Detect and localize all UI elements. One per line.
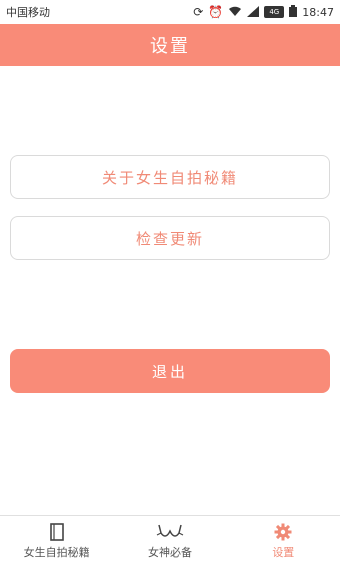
signal-icon [247,5,260,19]
check-update-button[interactable]: 检查更新 [10,216,330,260]
notebook-icon [49,523,65,541]
clock-time: 18:47 [302,5,334,19]
logout-button[interactable]: 退出 [10,349,330,393]
gear-icon [274,523,292,541]
page-title: 设置 [150,36,190,57]
about-button[interactable]: 关于女生自拍秘籍 [10,155,330,199]
tab-goddess-essentials[interactable]: 女神必备 [113,516,226,567]
check-update-button-label: 检查更新 [135,229,204,248]
battery-icon [289,5,298,19]
tab-selfie-tips[interactable]: 女生自拍秘籍 [0,516,113,567]
tab-settings[interactable]: 设置 [227,516,340,567]
tab-label: 女神必备 [147,546,192,559]
alarm-icon: ⏰ [208,5,224,19]
tab-label: 设置 [272,546,295,559]
app-header: 设置 [0,24,340,66]
bra-icon [156,523,184,541]
sync-icon: ⟳ [193,5,204,19]
wifi-icon [228,6,242,19]
status-icons: ⟳ ⏰ 4G 18:47 [193,5,334,19]
tab-label: 女生自拍秘籍 [23,546,90,559]
network-badge: 4G [264,6,285,18]
carrier-label: 中国移动 [6,6,50,19]
status-bar: 中国移动 ⟳ ⏰ 4G 18:47 [0,0,340,24]
bottom-tab-bar: 女生自拍秘籍 女神必备 设置 [0,515,340,567]
about-button-label: 关于女生自拍秘籍 [101,168,238,187]
logout-button-label: 退出 [151,362,188,381]
